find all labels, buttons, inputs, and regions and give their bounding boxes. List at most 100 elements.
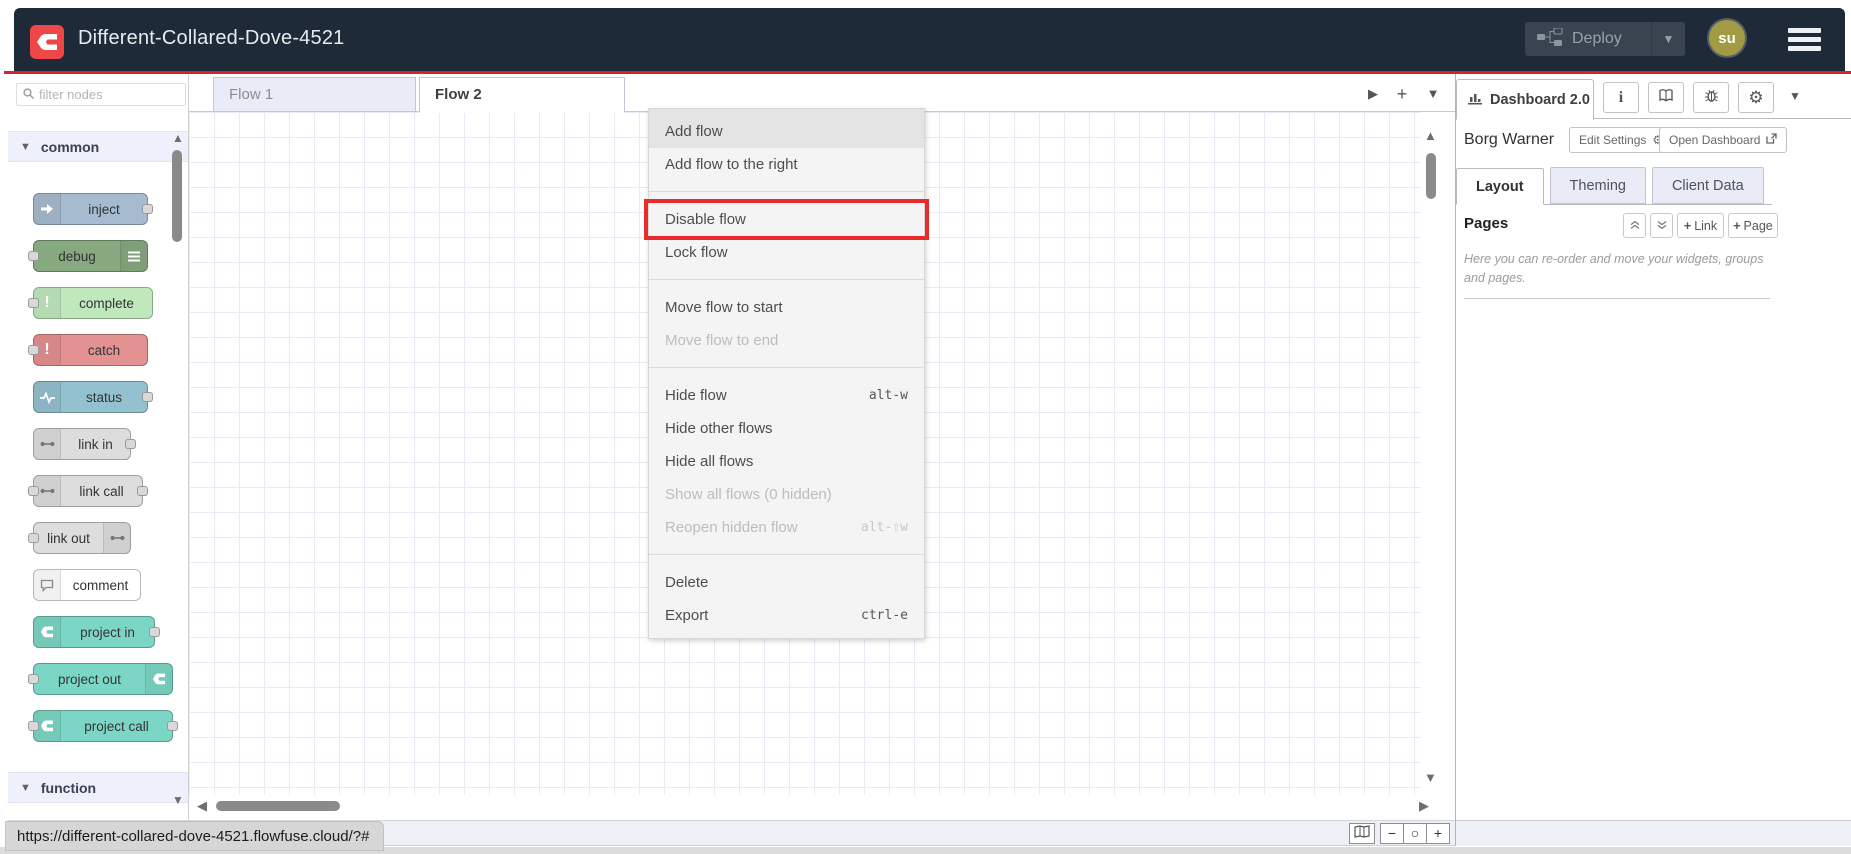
context-menu-item-add-flow[interactable]: Add flow [649,115,924,148]
flow-tab-1[interactable]: Flow 1 [213,77,416,112]
palette-category-common[interactable]: ▼ common [8,131,189,162]
config-button[interactable]: ⚙ [1738,82,1774,113]
menu-item-label: Lock flow [665,244,728,261]
sidebar-menu-chevron[interactable]: ▼ [1789,89,1801,103]
add-page-button[interactable]: + Page [1728,213,1778,238]
expand-all-button[interactable] [1650,213,1673,238]
context-menu-item-move-flow-to-start[interactable]: Move flow to start [649,291,924,324]
context-menu-item-hide-all-flows[interactable]: Hide all flows [649,445,924,478]
context-menu-item-add-flow-to-the-right[interactable]: Add flow to the right [649,148,924,181]
node-input-port[interactable] [28,486,39,496]
flowfuse-logo-icon [30,25,64,59]
node-input-port[interactable] [28,674,39,684]
help-book-button[interactable] [1648,82,1684,113]
info-icon: i [1618,88,1624,106]
dashboard-name: Borg Warner [1464,131,1555,148]
palette-scroll-up[interactable]: ▲ [172,131,184,145]
canvas-scroll-up[interactable]: ▲ [1424,128,1437,143]
canvas-scroll-left[interactable]: ◀ [197,798,207,814]
palette-category-function[interactable]: ▼ function [8,772,189,803]
menu-shortcut: alt-⇧w [861,520,908,535]
canvas-horizontal-scrollbar[interactable] [216,801,340,811]
info-button[interactable]: i [1603,82,1639,113]
context-menu-item-delete[interactable]: Delete [649,566,924,599]
palette-scroll-down[interactable]: ▼ [172,793,184,807]
deploy-button[interactable]: Deploy ▼ [1525,22,1685,56]
debug-button[interactable] [1693,82,1729,113]
tab-theming[interactable]: Theming [1549,167,1646,204]
user-avatar[interactable]: su [1709,20,1745,56]
node-output-port[interactable] [142,392,153,402]
bug-icon [1704,88,1719,107]
main-menu-button[interactable] [1788,28,1821,53]
tab-layout[interactable]: Layout [1456,168,1544,205]
node-output-port[interactable] [167,721,178,731]
add-link-button[interactable]: + Link [1677,213,1724,238]
add-flow-button[interactable]: + [1390,83,1414,105]
palette-node-link-out[interactable]: link out [28,522,131,554]
menu-separator [649,554,924,555]
node-output-port[interactable] [142,204,153,214]
node-output-port[interactable] [149,627,160,637]
canvas-vertical-scrollbar[interactable] [1426,153,1436,199]
context-menu-item-show-all-flows-0-hidden: Show all flows (0 hidden) [649,478,924,511]
node-palette: ▼ common inject debug !complete !catch statu… [8,74,189,820]
tab-list-button[interactable]: ▶ [1361,83,1385,105]
palette-search[interactable] [16,83,186,106]
context-menu-item-export[interactable]: ctrl-e Export [649,599,924,632]
palette-node-complete[interactable]: ! complete [28,287,153,319]
sidebar-footer [1456,820,1851,846]
zoom-reset-button[interactable]: ○ [1403,823,1427,844]
deploy-options-chevron[interactable]: ▼ [1651,22,1685,56]
node-input-port[interactable] [28,345,39,355]
tab-dashboard-2[interactable]: Dashboard 2.0 [1456,79,1594,120]
palette-node-link-in[interactable]: link in [33,428,136,460]
node-input-port[interactable] [28,298,39,308]
pages-help-text: Here you can re-order and move your widg… [1464,252,1764,286]
canvas-scroll-right[interactable]: ▶ [1419,798,1429,814]
instance-title: Different-Collared-Dove-4521 [78,27,345,49]
context-menu-item-disable-flow[interactable]: Disable flow [644,199,929,240]
node-label: complete [79,295,134,311]
double-chevron-down-icon [1657,219,1667,233]
canvas-scroll-down[interactable]: ▼ [1424,770,1437,785]
node-label: inject [88,201,120,217]
palette-node-project-out[interactable]: project out [28,663,173,695]
node-label: comment [72,577,129,593]
palette-node-status[interactable]: status [33,381,153,413]
flow-tab-2[interactable]: Flow 2 [419,77,625,113]
context-menu-item-lock-flow[interactable]: Lock flow [649,236,924,269]
menu-item-label: Disable flow [665,211,746,228]
zoom-in-button[interactable]: + [1426,823,1450,844]
collapse-all-button[interactable] [1623,213,1646,238]
open-dashboard-button[interactable]: Open Dashboard [1659,127,1788,153]
palette-scrollbar-thumb[interactable] [172,150,182,242]
palette-node-project-call[interactable]: project call [28,710,178,742]
tab-menu-chevron[interactable]: ▼ [1421,83,1445,105]
minimap-button[interactable] [1349,823,1375,844]
node-input-port[interactable] [28,533,39,543]
node-input-port[interactable] [28,251,39,261]
palette-node-catch[interactable]: ! catch [28,334,148,366]
palette-search-input[interactable] [39,87,169,102]
tab-client-data[interactable]: Client Data [1651,167,1764,204]
edit-settings-button[interactable]: Edit Settings ⚙ [1569,127,1674,153]
context-menu-item-hide-flow[interactable]: alt-w Hide flow [649,379,924,412]
node-output-port[interactable] [125,439,136,449]
map-icon [1354,824,1370,843]
palette-node-debug[interactable]: debug [28,240,148,272]
external-link-icon [1766,133,1778,147]
node-label: project call [84,718,149,734]
node-input-port[interactable] [28,721,39,731]
palette-node-link-call[interactable]: link call [28,475,148,507]
zoom-out-button[interactable]: − [1380,823,1404,844]
node-output-port[interactable] [137,486,148,496]
menu-item-label: Hide all flows [665,453,754,470]
palette-node-inject[interactable]: inject [33,193,153,225]
context-menu-item-hide-other-flows[interactable]: Hide other flows [649,412,924,445]
palette-node-comment[interactable]: comment [33,569,141,601]
zoom-controls: − ○ + [1380,823,1450,844]
chevron-down-icon: ▼ [20,140,31,153]
palette-node-project-in[interactable]: project in [33,616,160,648]
node-label: link out [47,530,90,546]
